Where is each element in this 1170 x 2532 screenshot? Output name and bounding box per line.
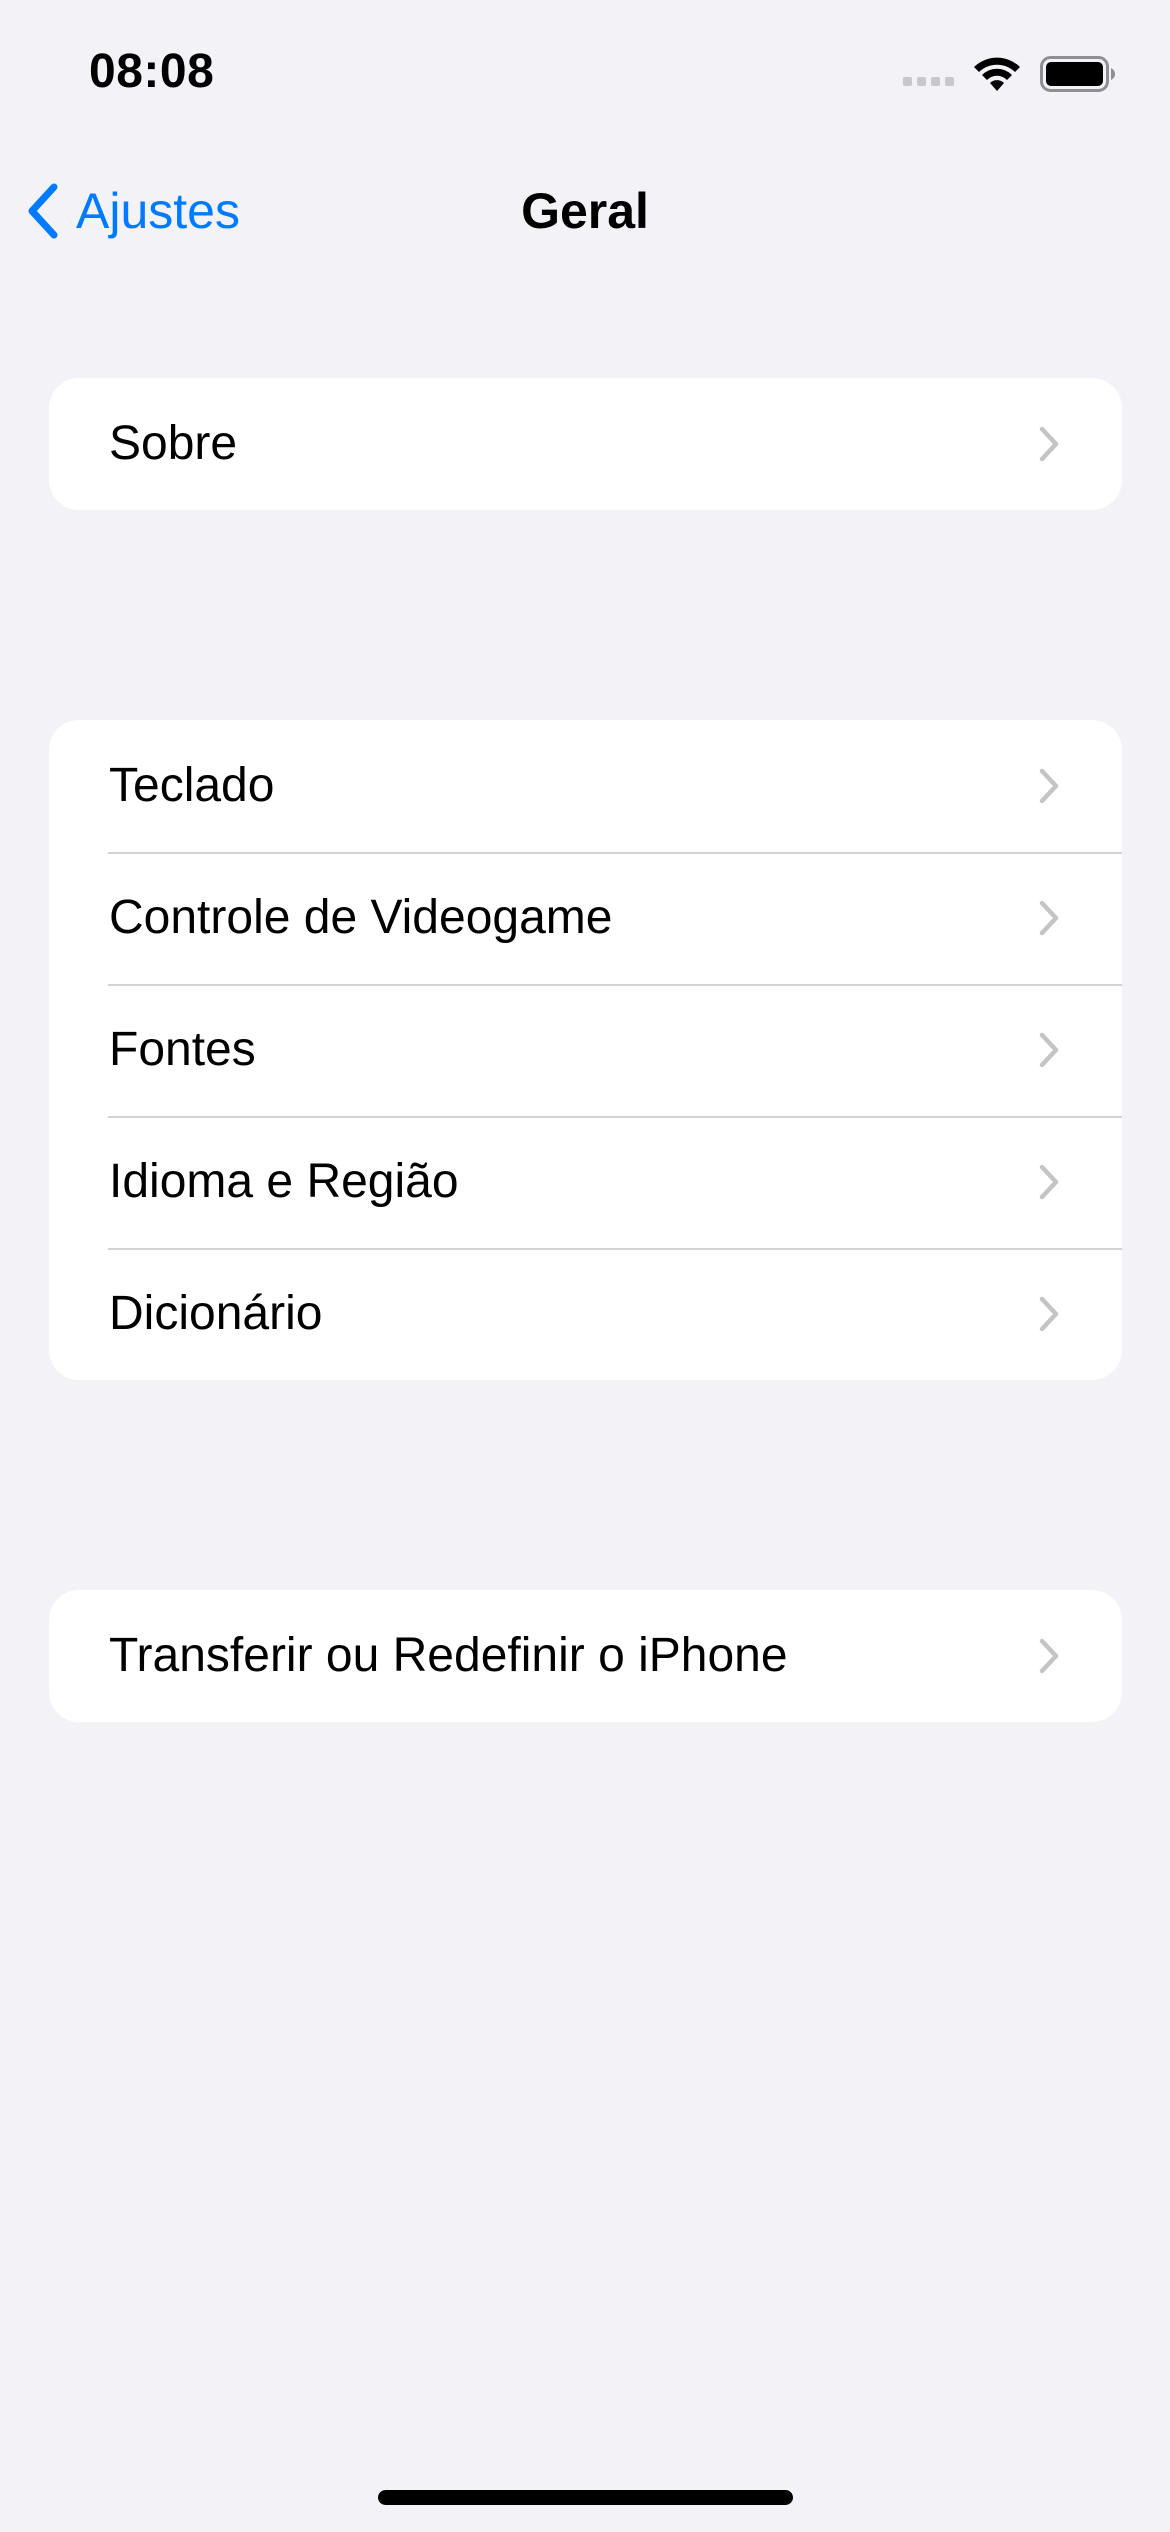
- chevron-right-icon: [1039, 768, 1059, 804]
- settings-row-teclado[interactable]: Teclado: [49, 720, 1122, 852]
- settings-row-idioma-e-regiao[interactable]: Idioma e Região: [49, 1116, 1122, 1248]
- status-time: 08:08: [89, 45, 215, 98]
- settings-row-sobre[interactable]: Sobre: [49, 378, 1122, 510]
- settings-row-controle-de-videogame[interactable]: Controle de Videogame: [49, 852, 1122, 984]
- row-label: Dicionário: [109, 1287, 323, 1340]
- page-title: Geral: [521, 183, 649, 239]
- settings-row-fontes[interactable]: Fontes: [49, 984, 1122, 1116]
- chevron-right-icon: [1039, 1638, 1059, 1674]
- cellular-signal-icon: [903, 76, 954, 86]
- chevron-right-icon: [1039, 426, 1059, 462]
- chevron-right-icon: [1039, 1032, 1059, 1068]
- chevron-right-icon: [1039, 1296, 1059, 1332]
- chevron-right-icon: [1039, 1164, 1059, 1200]
- settings-row-transferir-ou-redefinir[interactable]: Transferir ou Redefinir o iPhone: [49, 1590, 1122, 1722]
- navigation-bar: Ajustes Geral: [0, 160, 1170, 260]
- row-label: Teclado: [109, 759, 275, 812]
- status-icons: [903, 52, 1116, 96]
- settings-row-dicionario[interactable]: Dicionário: [49, 1248, 1122, 1380]
- settings-group-reset: Transferir ou Redefinir o iPhone: [49, 1590, 1122, 1722]
- row-label: Fontes: [109, 1023, 256, 1076]
- wifi-icon: [974, 57, 1020, 91]
- row-label: Sobre: [109, 417, 238, 470]
- row-label: Controle de Videogame: [109, 891, 613, 944]
- battery-icon: [1040, 56, 1115, 92]
- settings-group-input: Teclado Controle de Videogame Fontes Idi…: [49, 720, 1122, 1380]
- row-label: Idioma e Região: [109, 1155, 459, 1208]
- status-bar: 08:08: [0, 0, 1170, 150]
- chevron-right-icon: [1039, 900, 1059, 936]
- settings-group-about: Sobre: [49, 378, 1122, 510]
- row-label: Transferir ou Redefinir o iPhone: [109, 1629, 788, 1682]
- home-indicator[interactable]: [378, 2490, 793, 2505]
